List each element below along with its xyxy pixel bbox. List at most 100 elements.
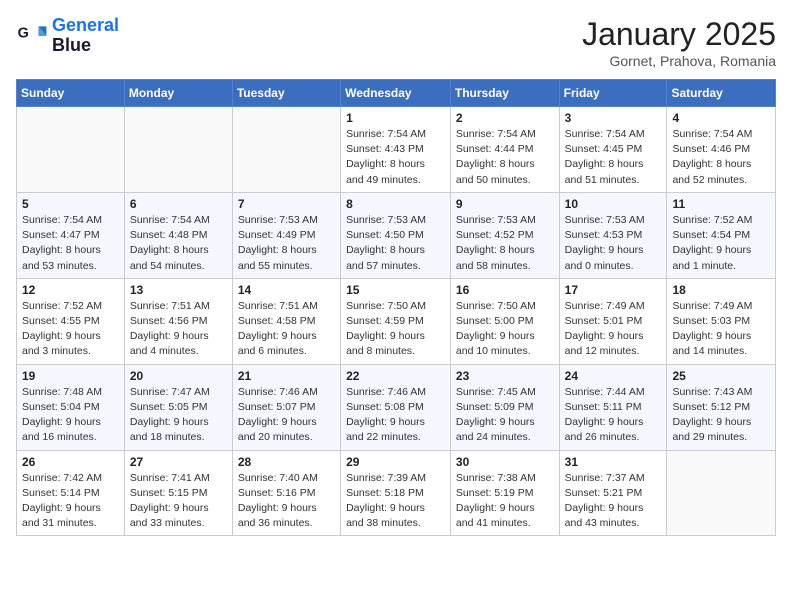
calendar-week-row: 1 Sunrise: 7:54 AMSunset: 4:43 PMDaylight… bbox=[17, 107, 776, 193]
calendar-cell: 1 Sunrise: 7:54 AMSunset: 4:43 PMDaylight… bbox=[341, 107, 451, 193]
day-number: 30 bbox=[456, 455, 554, 469]
day-number: 17 bbox=[565, 283, 662, 297]
weekday-header: Saturday bbox=[667, 80, 776, 107]
day-number: 18 bbox=[672, 283, 770, 297]
day-number: 3 bbox=[565, 111, 662, 125]
day-info: Sunrise: 7:51 AMSunset: 4:58 PMDaylight:… bbox=[238, 299, 335, 360]
day-number: 16 bbox=[456, 283, 554, 297]
calendar-week-row: 26 Sunrise: 7:42 AMSunset: 5:14 PMDayligh… bbox=[17, 450, 776, 536]
day-number: 19 bbox=[22, 369, 119, 383]
day-info: Sunrise: 7:44 AMSunset: 5:11 PMDaylight:… bbox=[565, 385, 662, 446]
day-number: 24 bbox=[565, 369, 662, 383]
day-info: Sunrise: 7:49 AMSunset: 5:01 PMDaylight:… bbox=[565, 299, 662, 360]
day-number: 27 bbox=[130, 455, 227, 469]
day-info: Sunrise: 7:53 AMSunset: 4:50 PMDaylight:… bbox=[346, 213, 445, 274]
day-number: 28 bbox=[238, 455, 335, 469]
day-number: 23 bbox=[456, 369, 554, 383]
calendar-cell bbox=[17, 107, 125, 193]
calendar-cell: 6Sunrise: 7:54 AMSunset: 4:48 PMDaylight… bbox=[124, 192, 232, 278]
calendar-cell: 10 Sunrise: 7:53 AMSunset: 4:53 PMDayligh… bbox=[559, 192, 667, 278]
day-number: 13 bbox=[130, 283, 227, 297]
calendar-cell: 28 Sunrise: 7:40 AMSunset: 5:16 PMDayligh… bbox=[232, 450, 340, 536]
weekday-header-row: SundayMondayTuesdayWednesdayThursdayFrid… bbox=[17, 80, 776, 107]
day-number: 26 bbox=[22, 455, 119, 469]
calendar-cell: 26 Sunrise: 7:42 AMSunset: 5:14 PMDayligh… bbox=[17, 450, 125, 536]
day-number: 7 bbox=[238, 197, 335, 211]
day-number: 29 bbox=[346, 455, 445, 469]
day-info: Sunrise: 7:46 AMSunset: 5:08 PMDaylight:… bbox=[346, 385, 445, 446]
calendar-week-row: 12Sunrise: 7:52 AMSunset: 4:55 PMDayligh… bbox=[17, 278, 776, 364]
calendar-cell: 8 Sunrise: 7:53 AMSunset: 4:50 PMDaylight… bbox=[341, 192, 451, 278]
day-number: 14 bbox=[238, 283, 335, 297]
day-info: Sunrise: 7:50 AMSunset: 5:00 PMDaylight:… bbox=[456, 299, 554, 360]
day-info: Sunrise: 7:48 AMSunset: 5:04 PMDaylight:… bbox=[22, 385, 119, 446]
calendar-cell: 9 Sunrise: 7:53 AMSunset: 4:52 PMDaylight… bbox=[450, 192, 559, 278]
calendar-week-row: 19 Sunrise: 7:48 AMSunset: 5:04 PMDayligh… bbox=[17, 364, 776, 450]
day-number: 2 bbox=[456, 111, 554, 125]
svg-text:G: G bbox=[18, 25, 29, 41]
month-title: January 2025 bbox=[582, 16, 776, 53]
weekday-header: Thursday bbox=[450, 80, 559, 107]
calendar-cell: 30 Sunrise: 7:38 AMSunset: 5:19 PMDayligh… bbox=[450, 450, 559, 536]
day-info: Sunrise: 7:54 AMSunset: 4:43 PMDaylight:… bbox=[346, 127, 445, 188]
calendar-cell bbox=[124, 107, 232, 193]
day-number: 8 bbox=[346, 197, 445, 211]
calendar-cell: 19 Sunrise: 7:48 AMSunset: 5:04 PMDayligh… bbox=[17, 364, 125, 450]
calendar-cell: 11Sunrise: 7:52 AMSunset: 4:54 PMDayligh… bbox=[667, 192, 776, 278]
day-number: 22 bbox=[346, 369, 445, 383]
day-info: Sunrise: 7:54 AMSunset: 4:45 PMDaylight:… bbox=[565, 127, 662, 188]
calendar-cell: 18 Sunrise: 7:49 AMSunset: 5:03 PMDayligh… bbox=[667, 278, 776, 364]
day-number: 10 bbox=[565, 197, 662, 211]
location: Gornet, Prahova, Romania bbox=[582, 53, 776, 69]
day-info: Sunrise: 7:46 AMSunset: 5:07 PMDaylight:… bbox=[238, 385, 335, 446]
day-info: Sunrise: 7:53 AMSunset: 4:53 PMDaylight:… bbox=[565, 213, 662, 274]
day-info: Sunrise: 7:45 AMSunset: 5:09 PMDaylight:… bbox=[456, 385, 554, 446]
calendar-cell: 21 Sunrise: 7:46 AMSunset: 5:07 PMDayligh… bbox=[232, 364, 340, 450]
day-info: Sunrise: 7:54 AMSunset: 4:46 PMDaylight:… bbox=[672, 127, 770, 188]
day-info: Sunrise: 7:38 AMSunset: 5:19 PMDaylight:… bbox=[456, 471, 554, 532]
day-info: Sunrise: 7:53 AMSunset: 4:52 PMDaylight:… bbox=[456, 213, 554, 274]
day-number: 4 bbox=[672, 111, 770, 125]
calendar-cell: 5Sunrise: 7:54 AMSunset: 4:47 PMDaylight… bbox=[17, 192, 125, 278]
calendar-cell: 17 Sunrise: 7:49 AMSunset: 5:01 PMDayligh… bbox=[559, 278, 667, 364]
day-info: Sunrise: 7:50 AMSunset: 4:59 PMDaylight:… bbox=[346, 299, 445, 360]
day-number: 5 bbox=[22, 197, 119, 211]
calendar-cell: 23 Sunrise: 7:45 AMSunset: 5:09 PMDayligh… bbox=[450, 364, 559, 450]
day-info: Sunrise: 7:52 AMSunset: 4:55 PMDaylight:… bbox=[22, 299, 119, 360]
calendar-cell: 16 Sunrise: 7:50 AMSunset: 5:00 PMDayligh… bbox=[450, 278, 559, 364]
day-number: 1 bbox=[346, 111, 445, 125]
day-info: Sunrise: 7:47 AMSunset: 5:05 PMDaylight:… bbox=[130, 385, 227, 446]
day-number: 11 bbox=[672, 197, 770, 211]
calendar-cell: 7 Sunrise: 7:53 AMSunset: 4:49 PMDaylight… bbox=[232, 192, 340, 278]
calendar-week-row: 5Sunrise: 7:54 AMSunset: 4:47 PMDaylight… bbox=[17, 192, 776, 278]
weekday-header: Monday bbox=[124, 80, 232, 107]
weekday-header: Sunday bbox=[17, 80, 125, 107]
day-info: Sunrise: 7:43 AMSunset: 5:12 PMDaylight:… bbox=[672, 385, 770, 446]
calendar-cell: 4 Sunrise: 7:54 AMSunset: 4:46 PMDaylight… bbox=[667, 107, 776, 193]
calendar-cell: 25 Sunrise: 7:43 AMSunset: 5:12 PMDayligh… bbox=[667, 364, 776, 450]
day-number: 31 bbox=[565, 455, 662, 469]
day-info: Sunrise: 7:49 AMSunset: 5:03 PMDaylight:… bbox=[672, 299, 770, 360]
calendar-cell: 29Sunrise: 7:39 AMSunset: 5:18 PMDayligh… bbox=[341, 450, 451, 536]
weekday-header: Tuesday bbox=[232, 80, 340, 107]
day-info: Sunrise: 7:53 AMSunset: 4:49 PMDaylight:… bbox=[238, 213, 335, 274]
day-info: Sunrise: 7:54 AMSunset: 4:48 PMDaylight:… bbox=[130, 213, 227, 274]
day-number: 15 bbox=[346, 283, 445, 297]
day-number: 9 bbox=[456, 197, 554, 211]
calendar-cell: 24 Sunrise: 7:44 AMSunset: 5:11 PMDayligh… bbox=[559, 364, 667, 450]
calendar-cell: 3 Sunrise: 7:54 AMSunset: 4:45 PMDaylight… bbox=[559, 107, 667, 193]
calendar-cell bbox=[667, 450, 776, 536]
logo-icon: G bbox=[16, 20, 48, 52]
day-number: 25 bbox=[672, 369, 770, 383]
calendar-cell: 2 Sunrise: 7:54 AMSunset: 4:44 PMDaylight… bbox=[450, 107, 559, 193]
weekday-header: Friday bbox=[559, 80, 667, 107]
calendar-cell: 15 Sunrise: 7:50 AMSunset: 4:59 PMDayligh… bbox=[341, 278, 451, 364]
day-info: Sunrise: 7:42 AMSunset: 5:14 PMDaylight:… bbox=[22, 471, 119, 532]
day-info: Sunrise: 7:54 AMSunset: 4:44 PMDaylight:… bbox=[456, 127, 554, 188]
day-number: 21 bbox=[238, 369, 335, 383]
calendar-cell: 20Sunrise: 7:47 AMSunset: 5:05 PMDayligh… bbox=[124, 364, 232, 450]
title-block: January 2025 Gornet, Prahova, Romania bbox=[582, 16, 776, 69]
calendar-cell: 14 Sunrise: 7:51 AMSunset: 4:58 PMDayligh… bbox=[232, 278, 340, 364]
calendar-cell bbox=[232, 107, 340, 193]
day-info: Sunrise: 7:40 AMSunset: 5:16 PMDaylight:… bbox=[238, 471, 335, 532]
